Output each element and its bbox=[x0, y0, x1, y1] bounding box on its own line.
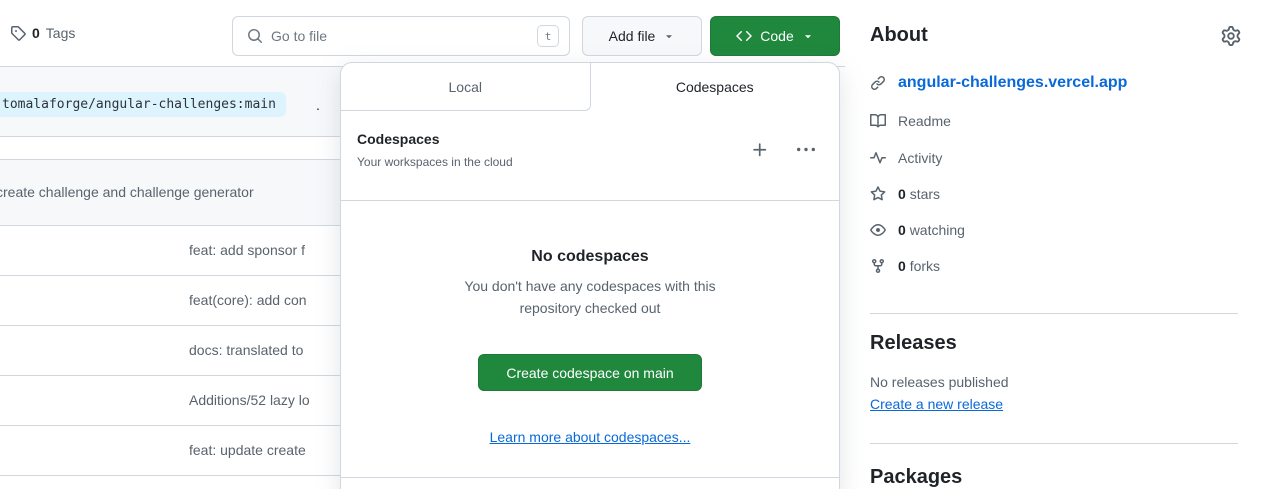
commit-message-link[interactable]: docs: translated to bbox=[189, 342, 303, 358]
table-row[interactable]: feat: update create bbox=[0, 426, 360, 476]
commit-message-link[interactable]: feat(core): add con bbox=[189, 292, 307, 308]
branch-info-banner: tomalaforge/angular-challenges:main . bbox=[0, 67, 360, 137]
sidebar-divider bbox=[870, 313, 1238, 314]
watching-label: watching bbox=[910, 222, 965, 238]
commit-message-link[interactable]: feat: update create bbox=[189, 442, 306, 458]
releases-heading: Releases bbox=[870, 332, 957, 355]
empty-state-description: You don't have any codespaces with this … bbox=[440, 276, 740, 319]
table-row[interactable]: feat(core): add con bbox=[0, 276, 360, 326]
gear-icon[interactable] bbox=[1221, 26, 1241, 46]
sidebar-divider bbox=[870, 443, 1238, 444]
readme-link[interactable]: Readme bbox=[870, 113, 951, 129]
packages-heading: Packages bbox=[870, 466, 962, 489]
readme-label: Readme bbox=[898, 113, 951, 129]
file-table: create challenge and challenge generator… bbox=[0, 159, 360, 489]
learn-more-link[interactable]: Learn more about codespaces... bbox=[490, 429, 691, 445]
shortcut-key-badge: t bbox=[537, 25, 559, 47]
forks-label: forks bbox=[910, 258, 940, 274]
pulse-icon bbox=[870, 150, 886, 166]
website-link[interactable]: angular-challenges.vercel.app bbox=[898, 74, 1127, 92]
activity-link[interactable]: Activity bbox=[870, 150, 942, 166]
plus-icon[interactable] bbox=[751, 141, 769, 159]
about-heading: About bbox=[870, 24, 928, 47]
tab-local[interactable]: Local bbox=[341, 63, 591, 111]
table-row[interactable] bbox=[0, 476, 360, 488]
watching-link[interactable]: 0 watching bbox=[870, 222, 965, 238]
empty-state-title: No codespaces bbox=[341, 248, 839, 266]
repo-page: 0 Tags t Add file Code tomalaforge/angul… bbox=[0, 0, 1278, 489]
code-button-label: Code bbox=[760, 28, 793, 44]
tags-link[interactable]: 0 Tags bbox=[10, 25, 75, 41]
search-icon bbox=[247, 28, 263, 44]
tags-label: Tags bbox=[46, 25, 76, 41]
tag-icon bbox=[10, 25, 26, 41]
table-row[interactable]: Additions/52 lazy lo bbox=[0, 376, 360, 426]
code-button[interactable]: Code bbox=[710, 16, 840, 56]
tab-codespaces[interactable]: Codespaces bbox=[591, 63, 840, 111]
search-input[interactable] bbox=[271, 28, 529, 44]
forks-link[interactable]: 0 forks bbox=[870, 258, 940, 274]
eye-icon bbox=[870, 222, 886, 238]
panel-footer-divider bbox=[341, 477, 839, 478]
website-row: angular-challenges.vercel.app bbox=[870, 74, 1127, 92]
commit-message-link[interactable]: Additions/52 lazy lo bbox=[189, 392, 310, 408]
codespaces-header: Codespaces Your workspaces in the cloud bbox=[341, 111, 839, 201]
link-icon bbox=[870, 75, 886, 91]
book-icon bbox=[870, 113, 886, 129]
banner-suffix-text: . bbox=[316, 97, 320, 113]
chevron-down-icon bbox=[663, 30, 675, 42]
tab-local-label: Local bbox=[449, 79, 482, 95]
latest-commit-row[interactable]: create challenge and challenge generator bbox=[0, 159, 360, 226]
upstream-branch-ref[interactable]: tomalaforge/angular-challenges:main bbox=[0, 92, 286, 117]
releases-empty-text: No releases published bbox=[870, 374, 1009, 390]
stars-count: 0 bbox=[898, 186, 906, 202]
add-file-label: Add file bbox=[609, 28, 656, 44]
create-release-link[interactable]: Create a new release bbox=[870, 396, 1003, 412]
chevron-down-icon bbox=[802, 30, 814, 42]
kebab-menu-icon[interactable] bbox=[797, 141, 815, 159]
add-file-button[interactable]: Add file bbox=[582, 16, 702, 56]
commit-message-link[interactable]: feat: add sponsor f bbox=[189, 242, 305, 258]
tab-codespaces-label: Codespaces bbox=[676, 79, 754, 95]
table-row[interactable]: docs: translated to bbox=[0, 326, 360, 376]
activity-label: Activity bbox=[898, 150, 942, 166]
fork-icon bbox=[870, 258, 886, 274]
stars-label: stars bbox=[910, 186, 940, 202]
forks-count: 0 bbox=[898, 258, 906, 274]
tags-count: 0 bbox=[32, 25, 40, 41]
code-dropdown-panel: Local Codespaces Codespaces Your workspa… bbox=[340, 62, 840, 489]
codespaces-empty-state: No codespaces You don't have any codespa… bbox=[341, 248, 839, 447]
create-codespace-button[interactable]: Create codespace on main bbox=[478, 354, 701, 391]
go-to-file-search[interactable]: t bbox=[232, 16, 570, 56]
star-icon bbox=[870, 186, 886, 202]
table-row[interactable]: feat: add sponsor f bbox=[0, 226, 360, 276]
code-icon bbox=[736, 28, 752, 44]
stars-link[interactable]: 0 stars bbox=[870, 186, 940, 202]
code-dropdown-tabs: Local Codespaces bbox=[341, 63, 839, 111]
watching-count: 0 bbox=[898, 222, 906, 238]
latest-commit-message[interactable]: create challenge and challenge generator bbox=[0, 184, 254, 200]
